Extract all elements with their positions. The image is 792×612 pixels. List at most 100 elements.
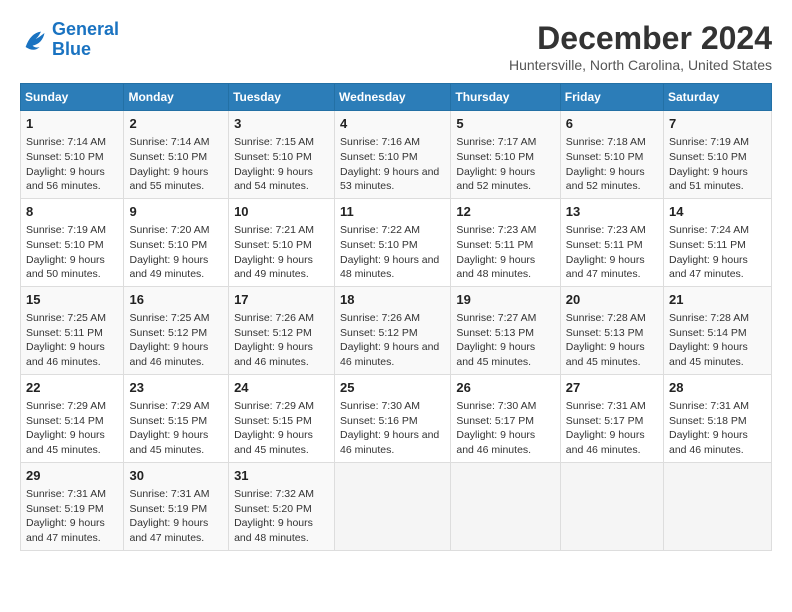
calendar-cell: 11Sunrise: 7:22 AMSunset: 5:10 PMDayligh… <box>335 198 451 286</box>
daylight-label: Daylight: 9 hours and 52 minutes. <box>566 166 645 193</box>
daylight-label: Daylight: 9 hours and 47 minutes. <box>566 254 645 281</box>
calendar-cell: 22Sunrise: 7:29 AMSunset: 5:14 PMDayligh… <box>21 374 124 462</box>
sunrise-label: Sunrise: 7:24 AM <box>669 224 749 236</box>
sunset-label: Sunset: 5:12 PM <box>340 327 418 339</box>
sunrise-label: Sunrise: 7:31 AM <box>129 488 209 500</box>
sunrise-label: Sunrise: 7:23 AM <box>456 224 536 236</box>
daylight-label: Daylight: 9 hours and 47 minutes. <box>669 254 748 281</box>
calendar-cell: 8Sunrise: 7:19 AMSunset: 5:10 PMDaylight… <box>21 198 124 286</box>
sunrise-label: Sunrise: 7:29 AM <box>26 400 106 412</box>
daylight-label: Daylight: 9 hours and 46 minutes. <box>566 429 645 456</box>
calendar-cell <box>560 462 663 550</box>
day-number: 28 <box>669 379 766 397</box>
location: Huntersville, North Carolina, United Sta… <box>509 57 772 73</box>
calendar-cell: 13 Sunrise: 7:23 AM Sunset: 5:11 PM Dayligh… <box>560 198 663 286</box>
daylight-label: Daylight: 9 hours and 50 minutes. <box>26 254 105 281</box>
sunrise-label: Sunrise: 7:29 AM <box>234 400 314 412</box>
sunset-label: Sunset: 5:15 PM <box>234 415 312 427</box>
calendar-cell: 31Sunrise: 7:32 AMSunset: 5:20 PMDayligh… <box>229 462 335 550</box>
sunrise-label: Sunrise: 7:28 AM <box>669 312 749 324</box>
day-number: 13 <box>566 203 658 221</box>
sunrise-label: Sunrise: 7:20 AM <box>129 224 209 236</box>
col-friday: Friday <box>560 84 663 111</box>
month-title: December 2024 <box>509 20 772 57</box>
day-number: 3 <box>234 115 329 133</box>
sunset-label: Sunset: 5:14 PM <box>26 415 104 427</box>
sunset-label: Sunset: 5:13 PM <box>566 327 644 339</box>
calendar-cell: 15Sunrise: 7:25 AMSunset: 5:11 PMDayligh… <box>21 286 124 374</box>
calendar-cell <box>335 462 451 550</box>
sunset-label: Sunset: 5:10 PM <box>340 151 418 163</box>
day-number: 11 <box>340 203 445 221</box>
sunrise-label: Sunrise: 7:32 AM <box>234 488 314 500</box>
sunrise-label: Sunrise: 7:28 AM <box>566 312 646 324</box>
calendar-cell: 6Sunrise: 7:18 AMSunset: 5:10 PMDaylight… <box>560 111 663 199</box>
calendar-cell: 28Sunrise: 7:31 AMSunset: 5:18 PMDayligh… <box>664 374 772 462</box>
calendar-table: Sunday Monday Tuesday Wednesday Thursday… <box>20 83 772 551</box>
day-number: 18 <box>340 291 445 309</box>
daylight-label: Daylight: 9 hours and 45 minutes. <box>566 341 645 368</box>
day-number: 1 <box>26 115 118 133</box>
sunset-label: Sunset: 5:15 PM <box>129 415 207 427</box>
calendar-cell: 18Sunrise: 7:26 AMSunset: 5:12 PMDayligh… <box>335 286 451 374</box>
col-monday: Monday <box>124 84 229 111</box>
sunset-label: Sunset: 5:10 PM <box>129 151 207 163</box>
calendar-cell: 12Sunrise: 7:23 AMSunset: 5:11 PMDayligh… <box>451 198 560 286</box>
header: General Blue December 2024 Huntersville,… <box>20 20 772 73</box>
calendar-cell: 24Sunrise: 7:29 AMSunset: 5:15 PMDayligh… <box>229 374 335 462</box>
sunrise-label: Sunrise: 7:17 AM <box>456 136 536 148</box>
sunset-label: Sunset: 5:10 PM <box>234 151 312 163</box>
daylight-label: Daylight: 9 hours and 45 minutes. <box>669 341 748 368</box>
col-saturday: Saturday <box>664 84 772 111</box>
sunrise-label: Sunrise: 7:26 AM <box>234 312 314 324</box>
daylight-label: Daylight: 9 hours and 45 minutes. <box>129 429 208 456</box>
day-number: 10 <box>234 203 329 221</box>
daylight-label: Daylight: 9 hours and 49 minutes. <box>129 254 208 281</box>
sunset-label: Sunset: 5:20 PM <box>234 503 312 515</box>
day-number: 2 <box>129 115 223 133</box>
sunrise-label: Sunrise: 7:25 AM <box>26 312 106 324</box>
day-number: 30 <box>129 467 223 485</box>
daylight-label: Daylight: 9 hours and 53 minutes. <box>340 166 439 193</box>
logo: General Blue <box>20 20 119 60</box>
calendar-cell: 23Sunrise: 7:29 AMSunset: 5:15 PMDayligh… <box>124 374 229 462</box>
daylight-label: Daylight: 9 hours and 52 minutes. <box>456 166 535 193</box>
calendar-cell: 20 Sunrise: 7:28 AM Sunset: 5:13 PM Dayligh… <box>560 286 663 374</box>
day-number: 17 <box>234 291 329 309</box>
daylight-label: Daylight: 9 hours and 46 minutes. <box>129 341 208 368</box>
sunrise-label: Sunrise: 7:27 AM <box>456 312 536 324</box>
day-number: 27 <box>566 379 658 397</box>
day-number: 19 <box>456 291 554 309</box>
day-number: 5 <box>456 115 554 133</box>
calendar-cell: 7Sunrise: 7:19 AMSunset: 5:10 PMDaylight… <box>664 111 772 199</box>
calendar-cell: 21Sunrise: 7:28 AMSunset: 5:14 PMDayligh… <box>664 286 772 374</box>
sunrise-label: Sunrise: 7:31 AM <box>669 400 749 412</box>
calendar-cell: 30Sunrise: 7:31 AMSunset: 5:19 PMDayligh… <box>124 462 229 550</box>
sunset-label: Sunset: 5:10 PM <box>129 239 207 251</box>
sunset-label: Sunset: 5:11 PM <box>566 239 643 251</box>
calendar-cell <box>451 462 560 550</box>
day-number: 14 <box>669 203 766 221</box>
sunset-label: Sunset: 5:10 PM <box>340 239 418 251</box>
calendar-week-row: 8Sunrise: 7:19 AMSunset: 5:10 PMDaylight… <box>21 198 772 286</box>
day-number: 20 <box>566 291 658 309</box>
day-number: 15 <box>26 291 118 309</box>
calendar-week-row: 22 Sunrise: 7:29 AM Sunset: 5:14 PM Dayligh… <box>21 374 772 462</box>
sunrise-label: Sunrise: 7:16 AM <box>340 136 420 148</box>
daylight-label: Daylight: 9 hours and 56 minutes. <box>26 166 105 193</box>
sunrise-label: Sunrise: 7:30 AM <box>456 400 536 412</box>
sunset-label: Sunset: 5:12 PM <box>129 327 207 339</box>
sunrise-label: Sunrise: 7:26 AM <box>340 312 420 324</box>
daylight-label: Daylight: 9 hours and 46 minutes. <box>234 341 313 368</box>
sunset-label: Sunset: 5:10 PM <box>456 151 534 163</box>
calendar-header-row: Sunday Monday Tuesday Wednesday Thursday… <box>21 84 772 111</box>
calendar-week-row: 15Sunrise: 7:25 AMSunset: 5:11 PMDayligh… <box>21 286 772 374</box>
sunrise-label: Sunrise: 7:30 AM <box>340 400 420 412</box>
calendar-cell: 1Sunrise: 7:14 AMSunset: 5:10 PMDaylight… <box>21 111 124 199</box>
sunrise-label: Sunrise: 7:23 AM <box>566 224 646 236</box>
sunset-label: Sunset: 5:16 PM <box>340 415 418 427</box>
calendar-cell: 26Sunrise: 7:30 AMSunset: 5:17 PMDayligh… <box>451 374 560 462</box>
sunrise-label: Sunrise: 7:19 AM <box>669 136 749 148</box>
day-number: 22 <box>26 379 118 397</box>
sunrise-label: Sunrise: 7:14 AM <box>26 136 106 148</box>
